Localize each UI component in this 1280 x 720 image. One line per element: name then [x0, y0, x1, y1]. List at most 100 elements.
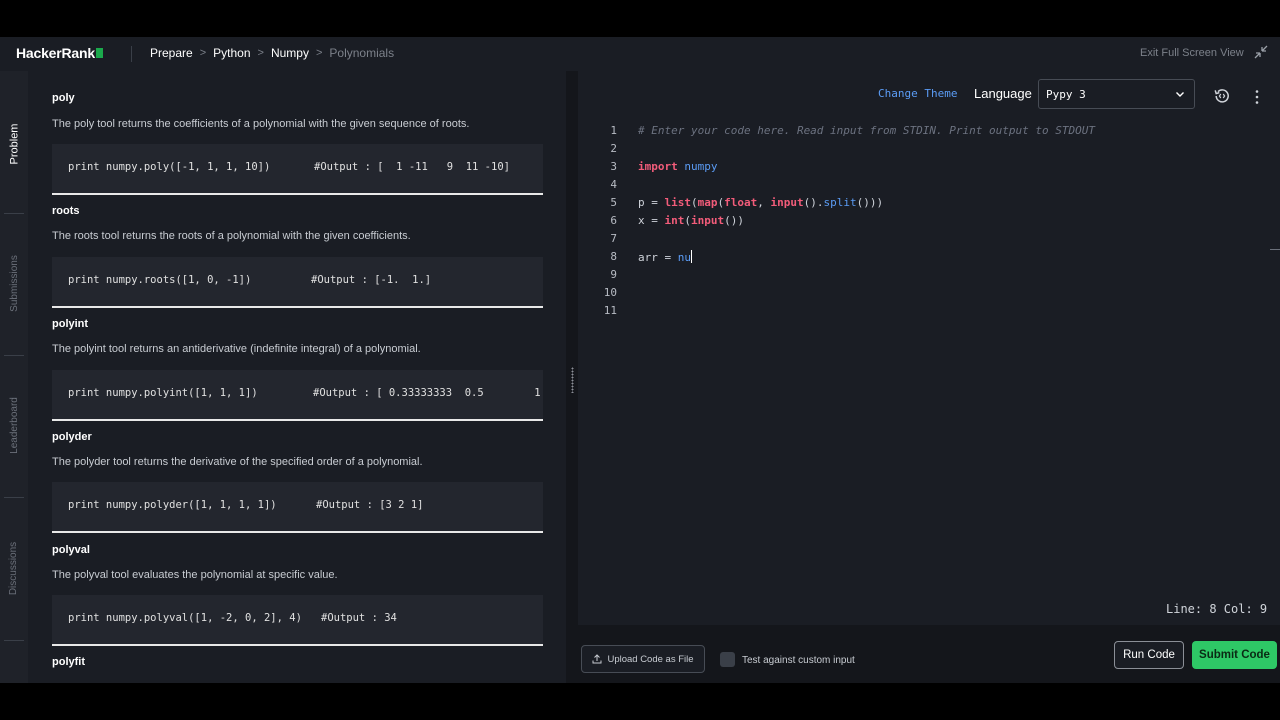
code-line-8: arr = nu: [638, 250, 692, 264]
code-text: x =: [638, 214, 665, 227]
line-number: 9: [610, 268, 617, 281]
code-text: ())): [856, 196, 884, 209]
code-output: #Output : [-1. 1.]: [311, 274, 432, 286]
line-number: 2: [610, 142, 617, 155]
code-builtin: map: [697, 196, 718, 209]
exit-fullscreen-link[interactable]: Exit Full Screen View: [1140, 47, 1244, 59]
submit-code-button[interactable]: Submit Code: [1192, 641, 1277, 669]
chevron-right-icon: >: [257, 47, 264, 59]
code-command: print numpy.polyint([1, 1, 1]): [68, 387, 258, 399]
breadcrumb-numpy[interactable]: Numpy: [271, 46, 309, 60]
line-number: 8: [610, 250, 617, 263]
line-number: 10: [603, 286, 617, 299]
custom-input-label[interactable]: Test against custom input: [742, 655, 855, 666]
code-example: print numpy.polyval([1, -2, 0, 2], 4) #O…: [52, 595, 543, 646]
line-number: 4: [610, 178, 617, 191]
code-example: print numpy.polyint([1, 1, 1]) #Output :…: [52, 370, 543, 421]
line-number: 7: [610, 232, 617, 245]
tab-discussions[interactable]: Discussions: [0, 536, 28, 601]
code-line-6: x = int(input()): [638, 214, 744, 227]
code-builtin: int: [664, 214, 685, 227]
tab-discussions-label: Discussions: [8, 541, 20, 596]
code-line-1: # Enter your code here. Read input from …: [638, 124, 1095, 137]
code-editor[interactable]: [578, 117, 1280, 625]
upload-code-button[interactable]: Upload Code as File: [581, 645, 705, 673]
logo-mark: [95, 48, 103, 58]
chevron-down-icon: [1176, 92, 1184, 97]
text-caret: [691, 250, 692, 263]
code-text: ().: [803, 196, 824, 209]
header-divider: [131, 46, 132, 62]
top-bar: HackerRank Prepare > Python > Numpy > Po…: [0, 37, 1280, 71]
code-builtin: list: [664, 196, 692, 209]
section-description: The polyval tool evaluates the polynomia…: [52, 569, 338, 581]
chevron-right-icon: >: [315, 47, 323, 59]
tab-leaderboard[interactable]: Leaderboard: [0, 393, 28, 458]
drag-handle-icon[interactable]: [571, 367, 574, 393]
code-output: #Output : [ 1 -11 9 11 -10]: [314, 161, 510, 173]
history-icon[interactable]: [1213, 87, 1231, 105]
section-title: roots: [52, 205, 80, 217]
code-text: (: [691, 196, 698, 209]
breadcrumb: Prepare > Python > Numpy > Polynomials: [150, 46, 394, 60]
problem-panel: poly The poly tool returns the coefficie…: [28, 71, 566, 683]
tab-divider: [4, 640, 24, 641]
logo-text: HackerRank: [16, 45, 95, 61]
tab-divider: [4, 497, 24, 498]
custom-input-checkbox[interactable]: [720, 652, 735, 667]
line-number: 1: [610, 124, 617, 137]
tab-divider: [4, 213, 24, 214]
code-identifier: nu: [677, 251, 691, 264]
code-example: print numpy.polyder([1, 1, 1, 1]) #Outpu…: [52, 482, 543, 533]
tab-submissions[interactable]: Submissions: [0, 251, 28, 316]
code-comment: # Enter your code here. Read input from …: [638, 124, 1095, 137]
code-method: split: [823, 196, 857, 209]
code-command: print numpy.poly([-1, 1, 1, 10]): [68, 161, 271, 173]
code-module: numpy: [684, 160, 718, 173]
code-keyword: import: [638, 160, 678, 173]
change-theme-button[interactable]: Change Theme: [878, 87, 957, 100]
section-title: polyval: [52, 544, 90, 556]
code-line-3: import numpy: [638, 160, 718, 173]
left-sidebar: Problem Submissions Leaderboard Discussi…: [0, 71, 28, 683]
code-command: print numpy.roots([1, 0, -1]): [68, 274, 252, 286]
tab-submissions-label: Submissions: [8, 255, 20, 312]
code-text: (: [684, 214, 691, 227]
language-select[interactable]: Pypy 3: [1038, 79, 1195, 109]
section-title: polyint: [52, 318, 89, 330]
code-command: print numpy.polyval([1, -2, 0, 2], 4): [68, 612, 302, 624]
exit-fullscreen-icon[interactable]: [1253, 44, 1269, 60]
language-label: Language: [974, 86, 1032, 101]
section-title: poly: [52, 92, 75, 104]
section-description: The polyder tool returns the derivative …: [52, 456, 423, 468]
code-text: ()): [724, 214, 744, 227]
language-value: Pypy 3: [1046, 88, 1086, 101]
run-code-button[interactable]: Run Code: [1114, 641, 1184, 669]
chevron-right-icon: >: [199, 47, 207, 59]
tab-leaderboard-label: Leaderboard: [8, 397, 20, 454]
tab-divider: [4, 355, 24, 356]
code-output: #Output : [ 0.33333333 0.5 1.: [313, 387, 543, 399]
screen-border: [0, 683, 1280, 720]
breadcrumb-polynomials: Polynomials: [329, 46, 395, 60]
code-text: arr =: [638, 251, 678, 264]
scrollbar-marker[interactable]: [1270, 249, 1280, 250]
hackerrank-logo[interactable]: HackerRank: [16, 45, 103, 61]
breadcrumb-python[interactable]: Python: [213, 46, 250, 60]
section-description: The poly tool returns the coefficients o…: [52, 118, 470, 130]
code-example: print numpy.roots([1, 0, -1]) #Output : …: [52, 257, 543, 308]
tab-problem[interactable]: Problem: [0, 111, 28, 176]
section-description: The roots tool returns the roots of a po…: [52, 230, 411, 242]
upload-code-label: Upload Code as File: [607, 653, 694, 665]
line-number: 6: [610, 214, 617, 227]
code-text: p =: [638, 196, 665, 209]
upload-icon: [592, 654, 602, 664]
section-title: polyder: [52, 431, 92, 443]
code-example: print numpy.poly([-1, 1, 1, 10]) #Output…: [52, 144, 543, 195]
code-line-5: p = list(map(float, input().split())): [638, 196, 883, 209]
section-description: The polyint tool returns an antiderivati…: [52, 343, 421, 355]
more-options-icon[interactable]: [1254, 89, 1260, 105]
section-title: polyfit: [52, 656, 85, 668]
code-output: #Output : 34: [321, 612, 397, 624]
breadcrumb-prepare[interactable]: Prepare: [150, 46, 193, 60]
